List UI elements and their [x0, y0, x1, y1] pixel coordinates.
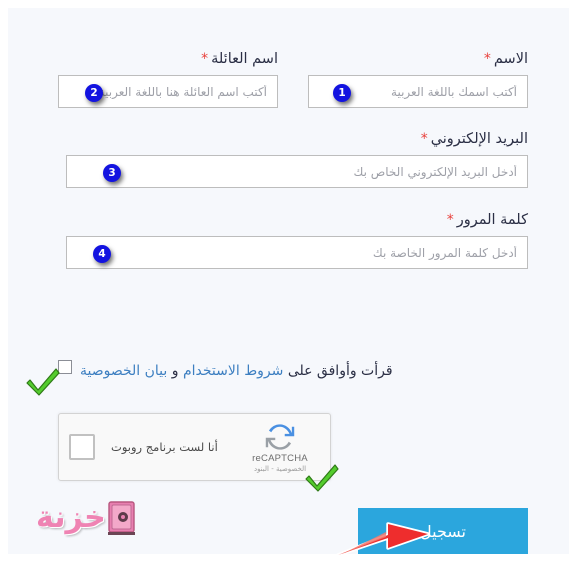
terms-of-use-link[interactable]: شروط الاستخدام [183, 363, 283, 379]
label-password-text: كلمة المرور [456, 212, 528, 228]
field-email: البريد الإلكتروني* أدخل البريد الإلكترون… [66, 130, 528, 188]
terms-checkbox[interactable] [58, 360, 72, 374]
recaptcha-checkbox[interactable] [69, 434, 95, 460]
terms-row: قرأت وأوافق على شروط الاستخدام و بيان ال… [26, 360, 528, 396]
callout-badge-1: 1 [333, 84, 351, 102]
page-surface: الاسم* أكتب اسمك باللغة العربية 1 اسم ال… [8, 8, 569, 557]
recaptcha-row: أنا لست برنامج روبوت reCAPTCHA الخصوصية … [58, 413, 528, 492]
field-first-name: الاسم* أكتب اسمك باللغة العربية 1 [308, 50, 528, 108]
callout-badge-3: 3 [103, 164, 121, 182]
label-password: كلمة المرور* [66, 211, 528, 229]
required-asterisk: * [420, 131, 428, 147]
required-asterisk: * [446, 212, 454, 228]
privacy-statement-link[interactable]: بيان الخصوصية [80, 363, 167, 379]
recaptcha-check-group: أنا لست برنامج روبوت [69, 434, 218, 460]
label-family-name-text: اسم العائلة [211, 51, 278, 67]
terms-text: قرأت وأوافق على شروط الاستخدام و بيان ال… [80, 361, 393, 381]
callout-badge-4: 4 [93, 245, 111, 263]
watermark-text: خزنة [36, 500, 106, 535]
green-check-icon [26, 366, 60, 396]
terms-checkbox-slot [26, 360, 72, 396]
input-first-name[interactable]: أكتب اسمك باللغة العربية 1 [308, 75, 528, 108]
recaptcha-icon [265, 423, 295, 450]
label-family-name: اسم العائلة* [58, 50, 278, 68]
screenshot-root: الاسم* أكتب اسمك باللغة العربية 1 اسم ال… [0, 0, 577, 562]
recaptcha-annotation-slot [305, 436, 351, 492]
safe-icon [107, 501, 135, 535]
green-check-icon [305, 462, 339, 492]
recaptcha-legal-text: الخصوصية - البنود [253, 464, 307, 473]
registration-form: الاسم* أكتب اسمك باللغة العربية 1 اسم ال… [26, 50, 528, 554]
name-row: الاسم* أكتب اسمك باللغة العربية 1 اسم ال… [58, 50, 528, 108]
recaptcha-widget[interactable]: أنا لست برنامج روبوت reCAPTCHA الخصوصية … [58, 413, 331, 481]
label-email-text: البريد الإلكتروني [430, 131, 528, 147]
input-password[interactable]: أدخل كلمة المرور الخاصة بك 4 [66, 236, 528, 269]
field-family-name: اسم العائلة* أكتب اسم العائلة هنا باللغة… [58, 50, 278, 108]
label-first-name-text: الاسم [493, 51, 528, 67]
row-spacer [58, 108, 528, 130]
watermark-logo: خزنة [36, 491, 144, 545]
label-email: البريد الإلكتروني* [66, 130, 528, 148]
field-password: كلمة المرور* أدخل كلمة المرور الخاصة بك … [66, 211, 528, 269]
recaptcha-label: أنا لست برنامج روبوت [111, 440, 218, 454]
terms-conjunction: و [171, 363, 179, 379]
recaptcha-brand-name: reCAPTCHA [252, 452, 308, 464]
input-family-name[interactable]: أكتب اسم العائلة هنا باللغة العربية 2 [58, 75, 278, 108]
callout-badge-2: 2 [85, 84, 103, 102]
row-spacer [58, 188, 528, 211]
input-email[interactable]: أدخل البريد الإلكتروني الخاص بك 3 [66, 155, 528, 188]
required-asterisk: * [201, 51, 209, 67]
required-asterisk: * [483, 51, 491, 67]
terms-prefix: قرأت وأوافق على [287, 363, 393, 379]
placeholder-email: أدخل البريد الإلكتروني الخاص بك [353, 164, 517, 179]
red-arrow-icon [336, 508, 432, 560]
label-first-name: الاسم* [308, 50, 528, 68]
placeholder-password: أدخل كلمة المرور الخاصة بك [372, 245, 517, 260]
